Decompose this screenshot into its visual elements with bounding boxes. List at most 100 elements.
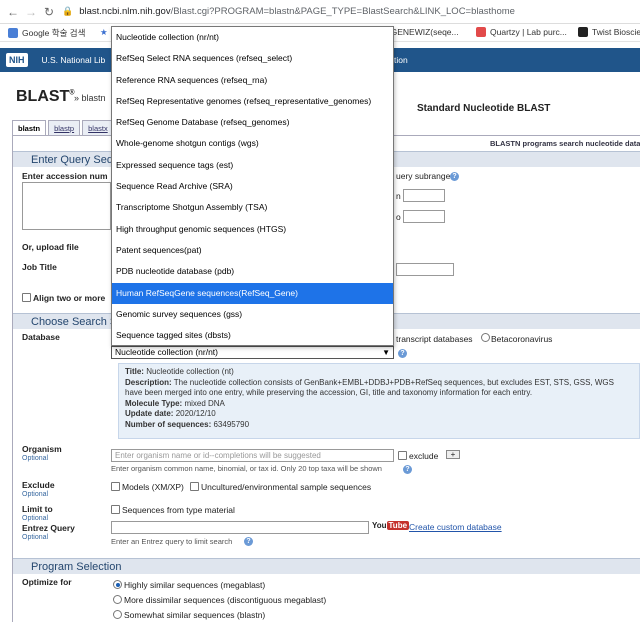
optimize-label: Optimize for (22, 577, 72, 587)
database-description: Title: Nucleotide collection (nt) Descri… (118, 363, 640, 439)
job-title-label: Job Title (22, 262, 57, 272)
bookmark-label: Google 학술 검색 (22, 28, 86, 38)
uncultured-checkbox[interactable] (190, 482, 199, 491)
title-label: Title: (125, 367, 144, 376)
models-label: Models (XM/XP) (122, 482, 184, 492)
dropdown-option[interactable]: Sequence tagged sites (dbsts) (112, 325, 393, 346)
accession-label: Enter accession num (22, 171, 108, 181)
help-icon[interactable]: ? (244, 537, 253, 546)
back-icon[interactable]: ← (4, 5, 22, 19)
entrez-label: Entrez Query (22, 523, 75, 533)
blastn-label: Somewhat similar sequences (blastn) (124, 610, 266, 620)
database-dropdown-list: Nucleotide collection (nr/nt) RefSeq Sel… (111, 26, 394, 346)
dropdown-option[interactable]: Whole-genome shotgun contigs (wgs) (112, 133, 393, 154)
job-title-input[interactable] (396, 263, 454, 276)
bookmark-google-scholar[interactable]: Google 학술 검색 (8, 27, 85, 39)
section-title: Enter Query Sequ (31, 153, 120, 166)
page-title: Standard Nucleotide BLAST (417, 103, 551, 114)
database-select-value: Nucleotide collection (nr/nt) (115, 347, 218, 357)
upload-label: Or, upload file (22, 242, 79, 252)
entrez-input[interactable] (111, 521, 369, 534)
database-label: Database (22, 332, 60, 342)
exclude-checkbox[interactable] (398, 451, 407, 460)
update-label: Update date: (125, 409, 174, 418)
megablast-radio[interactable] (113, 580, 122, 589)
dropdown-option[interactable]: Reference RNA sequences (refseq_rna) (112, 70, 393, 91)
help-icon[interactable]: ? (403, 465, 412, 474)
bookmark-twist[interactable]: Twist Bioscie (578, 27, 640, 37)
betacoronavirus-radio[interactable] (481, 333, 490, 342)
create-custom-database-link[interactable]: Create custom database (409, 522, 502, 532)
tab-blastn[interactable]: blastn (12, 120, 47, 136)
uncultured-label: Uncultured/environmental sample sequence… (201, 482, 372, 492)
megablast-label: Highly similar sequences (megablast) (124, 580, 266, 590)
limit-label: Limit to (22, 504, 53, 514)
dropdown-option[interactable]: High throughput genomic sequences (HTGS) (112, 219, 393, 240)
dropdown-option[interactable]: RefSeq Genome Database (refseq_genomes) (112, 112, 393, 133)
exclude-optional: Optional (22, 491, 49, 498)
dropdown-option[interactable]: Transcriptome Shotgun Assembly (TSA) (112, 197, 393, 218)
tab-blastx[interactable]: blastx (82, 120, 114, 136)
twist-icon (578, 27, 588, 37)
nih-text-right: tion (394, 55, 408, 65)
transcript-radio-label: transcript databases (396, 334, 473, 344)
dropdown-option[interactable]: Genomic survey sequences (gss) (112, 304, 393, 325)
database-select[interactable]: Nucleotide collection (nr/nt) ▼ (111, 346, 394, 359)
organism-optional: Optional (22, 455, 49, 462)
exclude-checkbox-label: exclude (409, 451, 439, 461)
align-two-checkbox[interactable] (22, 293, 31, 302)
program-tabs: blastn blastp blastx (12, 120, 116, 136)
update-value: 2020/12/10 (175, 409, 216, 418)
dropdown-option[interactable]: RefSeq Representative genomes (refseq_re… (112, 91, 393, 112)
section-title: Program Selection (31, 560, 122, 573)
subrange-label: uery subrange (396, 171, 451, 181)
dropdown-option[interactable]: Nucleotide collection (nr/nt) (112, 27, 393, 48)
url-path: /Blast.cgi?PROGRAM=blastn&PAGE_TYPE=Blas… (170, 6, 515, 17)
query-textarea[interactable] (22, 182, 111, 230)
section-title: Choose Search S (31, 315, 118, 328)
dropdown-option[interactable]: Expressed sequence tags (est) (112, 155, 393, 176)
to-input[interactable] (403, 210, 445, 223)
blast-logo[interactable]: BLAST® (16, 88, 75, 106)
type-material-checkbox[interactable] (111, 505, 120, 514)
dropdown-option[interactable]: Sequence Read Archive (SRA) (112, 176, 393, 197)
forward-icon[interactable]: → (22, 5, 40, 19)
dropdown-option-highlighted[interactable]: Human RefSeqGene sequences(RefSeq_Gene) (112, 282, 393, 304)
dropdown-option[interactable]: Patent sequences(pat) (112, 240, 393, 261)
reload-icon[interactable]: ↻ (40, 5, 58, 19)
youtube-icon[interactable]: You Tube (372, 521, 410, 530)
organism-input[interactable]: Enter organism name or id--completions w… (111, 449, 394, 462)
scholar-icon (8, 28, 18, 38)
quartzy-icon (476, 27, 486, 37)
bookmark-genewiz[interactable]: y GENEWIZ(seqe... (384, 27, 459, 37)
from-input[interactable] (403, 189, 445, 202)
add-organism-button[interactable]: + (446, 450, 460, 459)
bookmark-label: y GENEWIZ(seqe... (384, 27, 459, 37)
bookmark-label: Quartzy | Lab purc... (490, 27, 567, 37)
num-sequences-label: Number of sequences: (125, 419, 212, 429)
blastn-radio[interactable] (113, 610, 122, 619)
dropdown-option[interactable]: RefSeq Select RNA sequences (refseq_sele… (112, 48, 393, 69)
entrez-hint: Enter an Entrez query to limit search (111, 537, 233, 546)
help-icon[interactable]: ? (398, 349, 407, 358)
help-icon[interactable]: ? (450, 172, 459, 181)
description-value: The nucleotide collection consists of Ge… (173, 377, 614, 387)
tab-blastp[interactable]: blastp (48, 120, 81, 136)
program-note: BLASTN programs search nucleotide data (490, 139, 640, 148)
nih-logo[interactable]: NIH (6, 53, 28, 67)
lock-icon[interactable]: 🔒 (62, 6, 73, 17)
description-value-2: have been merged into one entry, while p… (125, 388, 533, 397)
program-section-header[interactable]: Program Selection (13, 558, 640, 574)
discontiguous-megablast-radio[interactable] (113, 595, 122, 604)
to-label: o (396, 212, 401, 222)
nih-text[interactable]: U.S. National Lib (42, 55, 106, 65)
star-icon[interactable]: ★ (100, 27, 108, 38)
molecule-label: Molecule Type: (125, 398, 183, 408)
dropdown-option[interactable]: PDB nucleotide database (pdb) (112, 261, 393, 282)
entrez-optional: Optional (22, 534, 49, 541)
models-checkbox[interactable] (111, 482, 120, 491)
description-label: Description: (125, 377, 172, 387)
url-host: blast.ncbi.nlm.nih.gov (79, 6, 171, 17)
url-field[interactable]: blast.ncbi.nlm.nih.gov/Blast.cgi?PROGRAM… (79, 6, 515, 17)
bookmark-quartzy[interactable]: Quartzy | Lab purc... (476, 27, 567, 37)
